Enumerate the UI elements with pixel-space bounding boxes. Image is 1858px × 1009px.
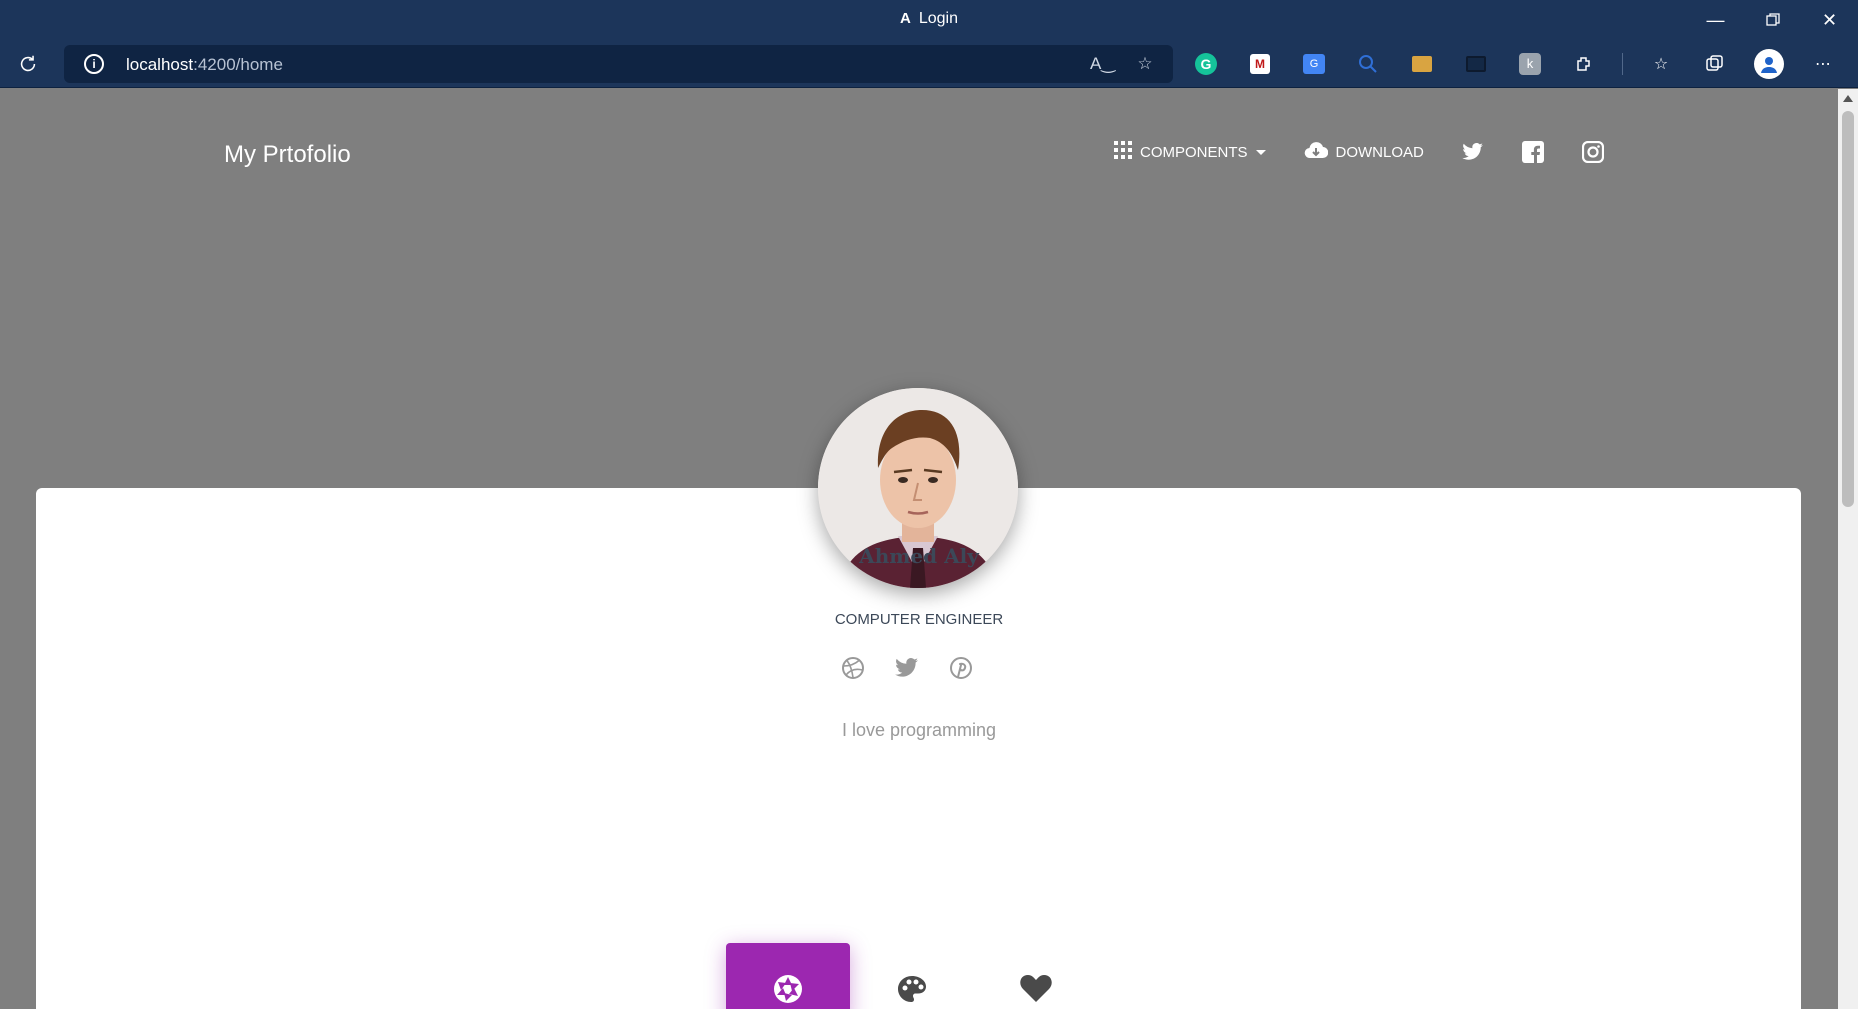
grammarly-icon[interactable]: G	[1190, 48, 1222, 80]
address-bar[interactable]: i localhost:4200/home A‿ ☆	[64, 45, 1173, 83]
caret-down-icon	[1255, 149, 1266, 155]
read-aloud-icon[interactable]: A‿	[1090, 54, 1115, 76]
search-ext-icon[interactable]	[1352, 48, 1384, 80]
twitter-icon[interactable]	[892, 653, 922, 683]
profile-bio: I love programming	[841, 720, 997, 740]
browser-toolbar: i localhost:4200/home A‿ ☆ G M G k ☆ ⋯	[0, 40, 1858, 88]
components-label: COMPONENTS	[1140, 143, 1248, 161]
favorites-icon[interactable]: ☆	[1645, 48, 1677, 80]
extensions-icon[interactable]	[1568, 48, 1600, 80]
profile-socials	[838, 653, 976, 683]
info-icon[interactable]: i	[84, 54, 104, 74]
profile-tabs	[726, 943, 1098, 1009]
browser-titlebar: A Login — ✕	[0, 0, 1858, 40]
more-icon[interactable]: ⋯	[1807, 48, 1839, 80]
mcafee-icon[interactable]: M	[1244, 48, 1276, 80]
pip-icon[interactable]	[1460, 48, 1492, 80]
instagram-nav-icon[interactable]	[1581, 141, 1604, 163]
profile-role: COMPUTER ENGINEER	[834, 611, 1004, 628]
folder-ext-icon[interactable]	[1406, 48, 1438, 80]
reload-icon[interactable]	[14, 50, 42, 78]
scroll-up-icon[interactable]	[1843, 95, 1853, 102]
download-label: DOWNLOAD	[1335, 143, 1424, 161]
site-nav: COMPONENTS DOWNLOAD	[1114, 141, 1642, 163]
pinterest-icon[interactable]	[946, 653, 976, 683]
collections-icon[interactable]	[1699, 48, 1731, 80]
tab-favorite[interactable]	[974, 943, 1098, 1009]
cloud-download-icon	[1304, 141, 1328, 163]
tab-studio[interactable]	[726, 943, 850, 1009]
site-brand[interactable]: My Prtofolio	[224, 141, 351, 169]
toolbar-divider	[1622, 53, 1623, 75]
download-link[interactable]: DOWNLOAD	[1304, 141, 1424, 163]
page-content: My Prtofolio COMPONENTS DOWNLOAD Ahmed A…	[0, 89, 1838, 1009]
minimize-icon[interactable]: —	[1687, 0, 1744, 40]
scrollbar-thumb[interactable]	[1842, 111, 1854, 507]
facebook-nav-icon[interactable]	[1521, 141, 1544, 163]
tab-title: Login	[918, 10, 958, 27]
google-translate-icon[interactable]: G	[1298, 48, 1330, 80]
profile-icon[interactable]	[1753, 48, 1785, 80]
profile-name: Ahmed Aly	[859, 544, 979, 568]
twitter-nav-icon[interactable]	[1462, 143, 1484, 161]
apps-grid-icon	[1114, 141, 1132, 163]
ext-k-icon[interactable]: k	[1514, 48, 1546, 80]
add-favorite-icon[interactable]: ☆	[1134, 54, 1156, 76]
extensions-row: G M G k ☆ ⋯	[1190, 48, 1839, 80]
restore-icon[interactable]	[1744, 0, 1801, 40]
camera-icon	[772, 973, 804, 1009]
heart-icon	[1019, 973, 1053, 1008]
url-text[interactable]: localhost:4200/home	[126, 55, 283, 75]
palette-icon	[896, 973, 928, 1009]
angular-logo-icon: A	[900, 10, 911, 27]
window-controls: — ✕	[1687, 0, 1858, 40]
dribbble-icon[interactable]	[838, 653, 868, 683]
tab-work[interactable]	[850, 943, 974, 1009]
components-dropdown[interactable]: COMPONENTS	[1114, 141, 1266, 163]
window-title: A Login	[0, 10, 1858, 28]
page-scrollbar[interactable]	[1838, 89, 1858, 1009]
close-icon[interactable]: ✕	[1801, 0, 1858, 40]
